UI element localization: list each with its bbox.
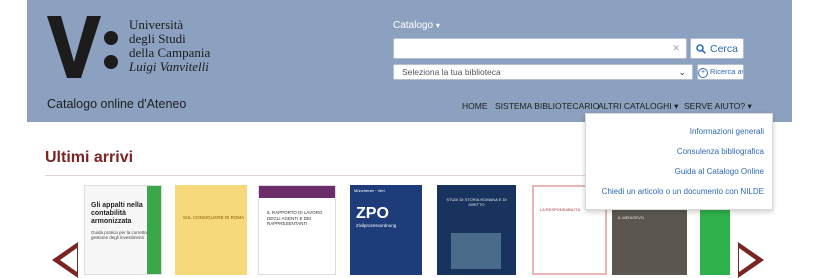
nav-sistema-bibliotecario[interactable]: SISTEMA BIBLIOTECARIO xyxy=(495,101,599,111)
university-name: Università degli Studi della Campania Lu… xyxy=(129,18,210,74)
book-subtitle: Zivilprozessordnung xyxy=(356,223,397,228)
book-subtitle: Guida pratica per la corretta gestione d… xyxy=(91,230,147,240)
book-title: SUL CONSIGLIERE DI ROMA xyxy=(183,215,245,220)
book-cover-1[interactable]: Gli appalti nella contabilità armonizzat… xyxy=(84,185,162,275)
search-button-label: Cerca xyxy=(709,42,738,55)
library-select[interactable]: Seleziona la tua biblioteca ⌄ xyxy=(393,64,693,80)
book-title: Gli appalti nella contabilità armonizzat… xyxy=(91,202,143,225)
chevron-down-icon: ▾ xyxy=(674,101,679,111)
plus-circle-icon: + xyxy=(698,68,708,78)
book-title: STUDI DI STORIA ROMANA E DI DIRITTO xyxy=(446,197,507,207)
search-button[interactable]: Cerca xyxy=(690,38,744,59)
chevron-down-icon: ▾ xyxy=(747,101,752,111)
logo-line-2: degli Studi xyxy=(129,31,186,46)
university-logo-icon[interactable] xyxy=(47,16,121,78)
book-title: LA RESPONSABILITÀ xyxy=(540,207,581,212)
cover-image xyxy=(451,233,501,269)
book-cover-4[interactable]: Münchener · Verl. ZPO Zivilprozessordnun… xyxy=(350,185,422,275)
library-select-value: Seleziona la tua biblioteca xyxy=(402,67,501,77)
book-cover-5[interactable]: STUDI DI STORIA ROMANA E DI DIRITTO xyxy=(437,185,516,275)
book-cover-2[interactable]: SUL CONSIGLIERE DI ROMA xyxy=(175,185,247,275)
menu-item-nilde[interactable]: Chiedi un articolo o un documento con NI… xyxy=(602,187,764,196)
nav-serve-aiuto[interactable]: SERVE AIUTO? ▾ xyxy=(684,101,752,112)
book-title: IL MEDIOEVO xyxy=(618,215,644,220)
menu-item-consulenza[interactable]: Consulenza bibliografica xyxy=(677,147,764,156)
clear-icon[interactable]: ✕ xyxy=(672,43,680,54)
help-dropdown-menu: Informazioni generali Consulenza bibliog… xyxy=(585,113,773,210)
nav-altri-cataloghi[interactable]: ALTRI CATALOGHI ▾ xyxy=(598,101,678,112)
logo-line-4: Luigi Vanvitelli xyxy=(129,59,209,74)
carousel-next-icon[interactable] xyxy=(738,242,764,278)
nav-serve-aiuto-label: SERVE AIUTO? xyxy=(684,101,746,111)
search-field[interactable]: ✕ xyxy=(393,38,687,59)
catalog-scope-dropdown[interactable]: Catalogo ▾ xyxy=(393,20,440,31)
cover-band xyxy=(259,186,335,198)
site-title[interactable]: Catalogo online d'Ateneo xyxy=(47,97,186,111)
carousel-prev-icon[interactable] xyxy=(52,242,78,278)
search-input[interactable] xyxy=(394,40,676,59)
book-title: IL RAPPORTO DI LAVORO DEGLI AGENTI E DEI… xyxy=(267,210,323,226)
book-title: ZPO xyxy=(356,205,389,222)
chevron-down-icon: ▾ xyxy=(435,21,440,30)
advanced-search-button[interactable]: +Ricerca avanzata xyxy=(697,64,744,80)
menu-item-guida[interactable]: Guida al Catalogo Online xyxy=(675,167,764,176)
logo-line-1: Università xyxy=(129,17,184,32)
advanced-search-label: Ricerca avanzata xyxy=(710,67,743,76)
logo-line-3: della Campania xyxy=(129,45,211,60)
section-title: Ultimi arrivi xyxy=(45,149,134,166)
menu-item-informazioni[interactable]: Informazioni generali xyxy=(690,127,764,136)
chevron-down-icon: ⌄ xyxy=(678,67,686,77)
nav-home[interactable]: HOME xyxy=(462,101,488,111)
nav-altri-cataloghi-label: ALTRI CATALOGHI xyxy=(598,101,672,111)
catalog-scope-label: Catalogo xyxy=(393,20,434,31)
book-cover-3[interactable]: IL RAPPORTO DI LAVORO DEGLI AGENTI E DEI… xyxy=(258,185,336,275)
book-publisher: Münchener · Verl. xyxy=(354,188,386,193)
search-icon xyxy=(696,43,706,54)
